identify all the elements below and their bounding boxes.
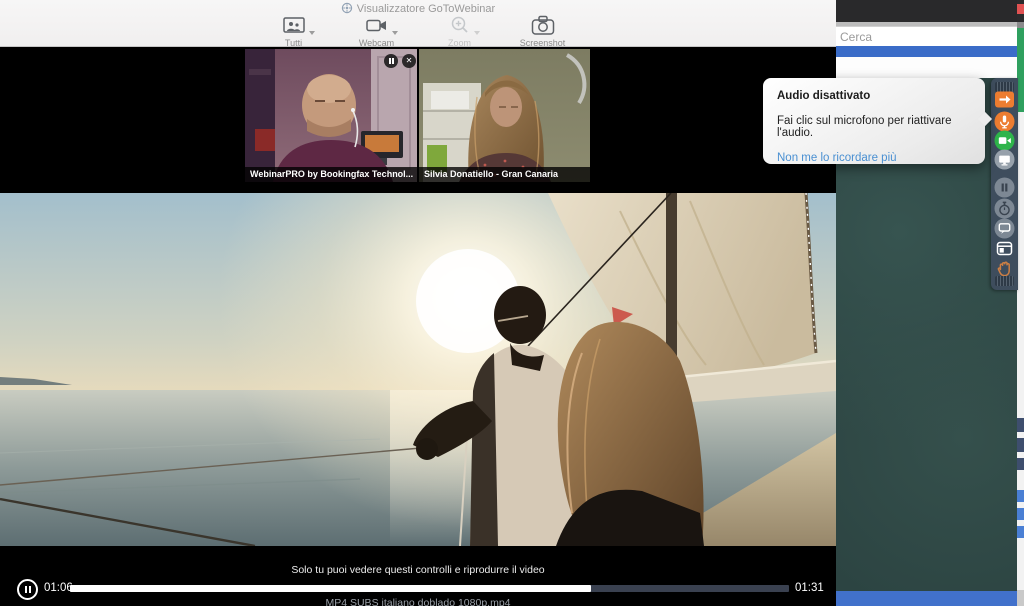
gotowebinar-viewer-window: Visualizzatore GoToWebinar Tutti [0, 0, 836, 606]
chat-icon [994, 218, 1015, 239]
presenter-video-frame [245, 49, 417, 182]
expand-panel-button[interactable] [994, 89, 1015, 110]
control-panel-icon [994, 238, 1015, 259]
notification-dismiss-link[interactable]: Non me lo ricordare più [777, 152, 971, 164]
shared-video-sailing-scene [0, 193, 836, 546]
microphone-mute-button[interactable] [994, 111, 1015, 132]
toolbar-tutti-label: Tutti [285, 38, 302, 48]
pause-recording-button[interactable] [994, 177, 1015, 198]
gotowebinar-daisy-icon [341, 2, 353, 14]
control-panel-button[interactable] [994, 238, 1015, 259]
progress-bar[interactable] [70, 585, 789, 592]
chevron-down-icon [474, 31, 480, 35]
screen-share-icon [994, 149, 1015, 170]
webcam-close-button[interactable]: ✕ [402, 54, 416, 68]
player-visibility-hint: Solo tu puoi vedere questi controlli e r… [0, 564, 836, 576]
pause-icon [994, 177, 1015, 198]
notification-body: Fai clic sul microfono per riattivare l'… [777, 115, 971, 139]
chat-button[interactable] [994, 218, 1015, 239]
edge-item-mark [1017, 458, 1024, 470]
toolbar-webcam-button[interactable]: Webcam [354, 14, 400, 48]
screen-edge-window-sliver [1017, 0, 1024, 606]
edge-item-mark [1017, 438, 1024, 452]
sailing-sunset-illustration [0, 193, 836, 546]
toolbar-tutti-button[interactable]: Tutti [271, 14, 317, 48]
timer-button[interactable] [994, 198, 1015, 219]
zoom-magnifier-icon [449, 15, 471, 35]
window-chrome: Visualizzatore GoToWebinar Tutti [0, 0, 836, 47]
edge-bottom-segment [1017, 590, 1024, 606]
video-filename: MP4 SUBS italiano doblado 1080p.mp4 [0, 597, 836, 606]
presenter-name-label: WebinarPRO by Bookingfax Technol... [245, 167, 417, 182]
edge-blue-mark [1017, 490, 1024, 502]
webcam-on-icon [994, 130, 1015, 151]
background-window-header [836, 0, 1017, 22]
screen-share-button[interactable] [994, 149, 1015, 170]
toolbar: Tutti Webcam Zoom [0, 14, 836, 48]
silvia-name-label: Silvia Donatiello - Gran Canaria [419, 167, 590, 182]
toolbar-zoom-button: Zoom [437, 14, 483, 48]
webcam-pause-button[interactable] [384, 54, 398, 68]
toolbar-zoom-label: Zoom [448, 38, 471, 48]
timer-icon [994, 198, 1015, 219]
webcam-feed-silvia: Silvia Donatiello - Gran Canaria [419, 49, 590, 182]
total-time: 01:31 [795, 582, 824, 594]
webcam-toggle-button[interactable] [994, 130, 1015, 151]
progress-fill [70, 585, 591, 592]
audience-view-icon [282, 16, 306, 35]
webcam-feed-presenter: WebinarPRO by Bookingfax Technol... [245, 49, 417, 182]
notification-title: Audio disattivato [777, 90, 971, 102]
toolbar-screenshot-label: Screenshot [520, 38, 566, 48]
close-icon: ✕ [406, 56, 413, 65]
gotowebinar-control-sidebar [991, 78, 1018, 290]
silvia-video-frame [419, 49, 590, 182]
microphone-muted-icon [994, 111, 1015, 132]
background-search-input[interactable]: Cerca [836, 26, 1017, 46]
background-bottom-row [836, 591, 1017, 606]
edge-blue-mark [1017, 508, 1024, 520]
webcam-icon [365, 16, 389, 35]
toolbar-screenshot-button[interactable]: Screenshot [520, 14, 566, 48]
edge-red-segment [1017, 4, 1024, 14]
edge-item-mark [1017, 418, 1024, 432]
expand-panel-arrow-icon [994, 89, 1015, 110]
chevron-down-icon [392, 31, 398, 35]
current-time: 01:06 [44, 582, 73, 594]
pause-icon [25, 586, 27, 593]
background-selected-row[interactable] [836, 46, 1017, 57]
pause-icon [389, 58, 391, 64]
toolbar-webcam-label: Webcam [359, 38, 394, 48]
camera-icon [530, 15, 556, 35]
screen: Visualizzatore GoToWebinar Tutti [0, 0, 1024, 606]
background-list-area [836, 57, 1017, 78]
edge-green-segment [1017, 28, 1024, 112]
audio-disabled-notification: Audio disattivato Fai clic sul microfono… [763, 78, 985, 164]
chevron-down-icon [309, 31, 315, 35]
sidebar-drag-handle[interactable] [995, 276, 1014, 286]
edge-blue-mark [1017, 526, 1024, 538]
